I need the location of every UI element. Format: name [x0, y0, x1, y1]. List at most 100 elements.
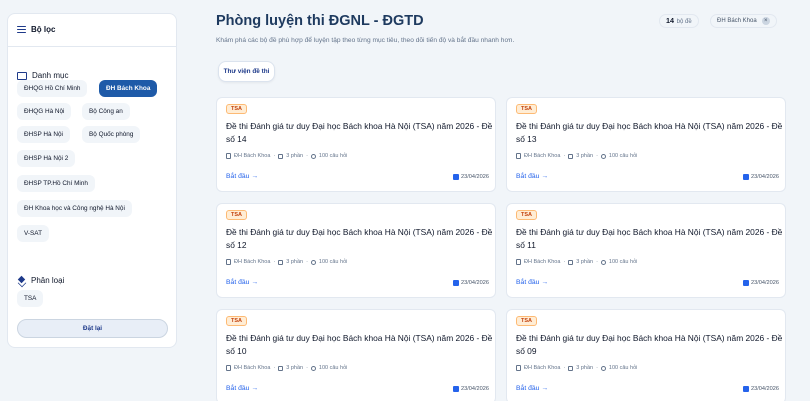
category-chip-bo-quoc-phong[interactable]: Bộ Quốc phòng: [82, 126, 141, 143]
divider: [8, 46, 176, 47]
exam-parts: 3 phần: [286, 365, 304, 371]
category-chip-dhqg-ha-noi[interactable]: ĐHQG Hà Nội: [17, 103, 72, 120]
calendar-icon: [453, 386, 459, 392]
filter-menu-icon: [17, 26, 26, 33]
exam-date-value: 23/04/2026: [751, 174, 779, 180]
exam-title[interactable]: Đề thi Đánh giá tư duy Đại học Bách khoa…: [516, 120, 784, 146]
sections-icon: [568, 259, 574, 265]
exam-title[interactable]: Đề thi Đánh giá tư duy Đại học Bách khoa…: [516, 332, 784, 358]
exam-date-value: 23/04/2026: [751, 386, 779, 392]
exam-parts: 3 phần: [576, 259, 594, 265]
category-chip-dhsp-tphcm[interactable]: ĐHSP TP.Hồ Chí Minh: [17, 175, 95, 192]
start-link[interactable]: Bắt đầu →: [226, 173, 258, 180]
remove-filter-icon[interactable]: ×: [761, 17, 770, 25]
filter-header: Bộ lọc: [17, 25, 55, 34]
start-link[interactable]: Bắt đầu →: [516, 279, 548, 286]
clock-icon: [600, 365, 606, 371]
category-section-title: Danh mục: [17, 71, 69, 82]
exam-card[interactable]: TSA Đề thi Đánh giá tư duy Đại học Bách …: [216, 97, 496, 192]
exam-type-tag: TSA: [516, 210, 537, 220]
exam-date: 23/04/2026: [743, 174, 779, 180]
exam-meta: ĐH Bách Khoa · 3 phần · 100 câu hỏi: [226, 153, 347, 159]
exam-card[interactable]: TSA Đề thi Đánh giá tư duy Đại học Bách …: [506, 97, 786, 192]
exam-title[interactable]: Đề thi Đánh giá tư duy Đại học Bách khoa…: [516, 226, 784, 252]
exam-card[interactable]: TSA Đề thi Đánh giá tư duy Đại học Bách …: [216, 309, 496, 401]
clock-icon: [600, 153, 606, 159]
layers-icon: [17, 276, 26, 285]
exam-date: 23/04/2026: [743, 280, 779, 286]
filter-sidebar: Bộ lọc Danh mục ĐHQG Hồ Chí Minh ĐH Bách…: [7, 13, 177, 348]
exam-school: ĐH Bách Khoa: [234, 365, 271, 371]
calendar-icon: [453, 280, 459, 286]
category-chip-dh-bach-khoa[interactable]: ĐH Bách Khoa: [99, 80, 158, 97]
exam-school: ĐH Bách Khoa: [524, 153, 561, 159]
exam-meta: ĐH Bách Khoa · 3 phần · 100 câu hỏi: [516, 365, 637, 371]
exam-title[interactable]: Đề thi Đánh giá tư duy Đại học Bách khoa…: [226, 332, 494, 358]
exam-meta: ĐH Bách Khoa · 3 phần · 100 câu hỏi: [226, 259, 347, 265]
clock-icon: [310, 153, 316, 159]
sections-icon: [278, 365, 284, 371]
reset-button[interactable]: Đặt lại: [17, 319, 168, 338]
calendar-icon: [743, 280, 749, 286]
monitor-icon: [17, 71, 27, 82]
type-title-label: Phân loại: [31, 276, 65, 285]
exam-title[interactable]: Đề thi Đánh giá tư duy Đại học Bách khoa…: [226, 120, 494, 146]
exam-school: ĐH Bách Khoa: [234, 259, 271, 265]
calendar-icon: [743, 174, 749, 180]
exam-questions: 100 câu hỏi: [608, 365, 638, 371]
clock-icon: [310, 259, 316, 265]
exam-type-tag: TSA: [226, 104, 247, 114]
tab-exam-library[interactable]: Thư viện đề thi: [218, 61, 275, 82]
active-filter-label: ĐH Bách Khoa: [717, 18, 757, 24]
type-section-title: Phân loại: [17, 276, 64, 285]
bookmark-icon: [516, 153, 521, 159]
bookmark-icon: [516, 259, 521, 265]
clock-icon: [600, 259, 606, 265]
filter-title: Bộ lọc: [31, 25, 56, 34]
exam-questions: 100 câu hỏi: [318, 259, 348, 265]
exam-date: 23/04/2026: [453, 174, 489, 180]
exam-card[interactable]: TSA Đề thi Đánh giá tư duy Đại học Bách …: [216, 203, 496, 298]
type-chip-tsa[interactable]: TSA: [17, 290, 44, 307]
category-chip-bo-cong-an[interactable]: Bộ Công an: [82, 103, 130, 120]
sections-icon: [568, 153, 574, 159]
exam-school: ĐH Bách Khoa: [234, 153, 271, 159]
exam-date-value: 23/04/2026: [461, 280, 489, 286]
bookmark-icon: [226, 365, 231, 371]
exam-questions: 100 câu hỏi: [318, 153, 348, 159]
calendar-icon: [453, 174, 459, 180]
exam-type-tag: TSA: [226, 316, 247, 326]
category-chip-dh-khcn-ha-noi[interactable]: ĐH Khoa học và Công nghệ Hà Nội: [17, 200, 132, 217]
page-title: Phòng luyện thi ĐGNL - ĐGTD: [216, 13, 424, 29]
start-link[interactable]: Bắt đầu →: [226, 279, 258, 286]
calendar-icon: [743, 386, 749, 392]
bookmark-icon: [226, 259, 231, 265]
category-chip-v-sat[interactable]: V-SAT: [17, 225, 49, 242]
exam-date-value: 23/04/2026: [461, 386, 489, 392]
exam-parts: 3 phần: [286, 259, 304, 265]
category-chip-dhsp-ha-noi-2[interactable]: ĐHSP Hà Nội 2: [17, 150, 76, 167]
exam-meta: ĐH Bách Khoa · 3 phần · 100 câu hỏi: [516, 259, 637, 265]
exam-card[interactable]: TSA Đề thi Đánh giá tư duy Đại học Bách …: [506, 309, 786, 401]
exam-type-tag: TSA: [516, 316, 537, 326]
clock-icon: [310, 365, 316, 371]
bookmark-icon: [226, 153, 231, 159]
result-count: 14: [666, 16, 674, 25]
exam-questions: 100 câu hỏi: [608, 259, 638, 265]
result-count-badge: 14 bộ đề: [659, 14, 699, 28]
exam-parts: 3 phần: [286, 153, 304, 159]
exam-parts: 3 phần: [576, 153, 594, 159]
exam-type-tag: TSA: [516, 104, 537, 114]
exam-card[interactable]: TSA Đề thi Đánh giá tư duy Đại học Bách …: [506, 203, 786, 298]
result-count-suffix: bộ đề: [676, 19, 692, 25]
exam-date: 23/04/2026: [743, 386, 779, 392]
exam-meta: ĐH Bách Khoa · 3 phần · 100 câu hỏi: [516, 153, 637, 159]
start-link[interactable]: Bắt đầu →: [516, 173, 548, 180]
exam-title[interactable]: Đề thi Đánh giá tư duy Đại học Bách khoa…: [226, 226, 494, 252]
category-title-label: Danh mục: [32, 71, 69, 80]
start-link[interactable]: Bắt đầu →: [226, 385, 258, 392]
category-chip-dhqg-hcm[interactable]: ĐHQG Hồ Chí Minh: [17, 80, 88, 97]
category-chip-dhsp-ha-noi[interactable]: ĐHSP Hà Nội: [17, 126, 70, 143]
exam-date: 23/04/2026: [453, 386, 489, 392]
start-link[interactable]: Bắt đầu →: [516, 385, 548, 392]
